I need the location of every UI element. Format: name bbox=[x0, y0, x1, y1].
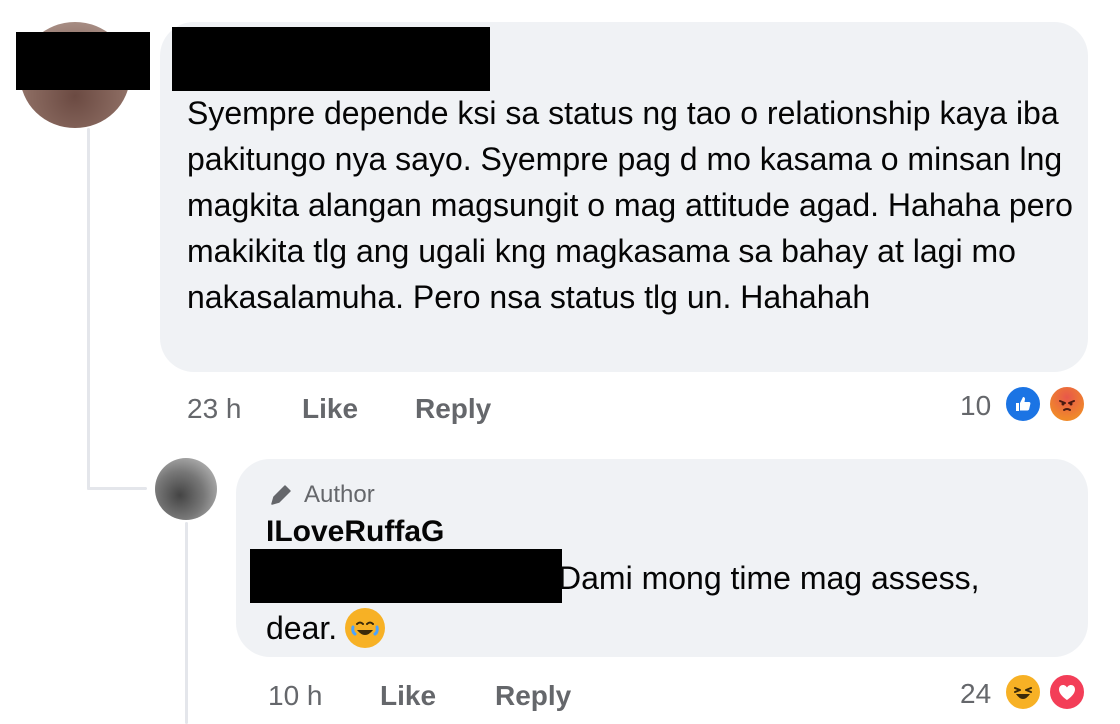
thread-connector-branch bbox=[87, 487, 147, 490]
thread-connector-line bbox=[87, 128, 90, 490]
redaction-bar bbox=[16, 32, 150, 90]
reply-like-button[interactable]: Like bbox=[380, 680, 436, 712]
reply-reaction-count[interactable]: 24 bbox=[960, 678, 991, 710]
comment-timestamp[interactable]: 23 h bbox=[187, 393, 242, 425]
love-icon[interactable] bbox=[1047, 672, 1087, 712]
haha-icon[interactable] bbox=[1003, 672, 1043, 712]
redacted-mention bbox=[250, 549, 562, 603]
reply-button[interactable]: Reply bbox=[415, 393, 491, 425]
reply-reply-button[interactable]: Reply bbox=[495, 680, 571, 712]
reply-connector-line bbox=[185, 522, 188, 724]
like-icon[interactable] bbox=[1003, 384, 1043, 424]
redacted-commenter-name bbox=[172, 27, 490, 91]
reaction-count[interactable]: 10 bbox=[960, 390, 991, 422]
like-button[interactable]: Like bbox=[302, 393, 358, 425]
laugh-cry-icon bbox=[345, 608, 386, 648]
author-avatar[interactable] bbox=[155, 458, 217, 520]
comment-text: Syempre depende ksi sa status ng tao o r… bbox=[187, 95, 1073, 315]
reply-text: Dami mong time mag assess, bbox=[558, 560, 980, 596]
reply-timestamp[interactable]: 10 h bbox=[268, 680, 323, 712]
reply-text-line2: dear. bbox=[266, 609, 338, 646]
author-badge-label: Author bbox=[304, 481, 375, 508]
reply-author-name[interactable]: ILoveRuffaG bbox=[266, 515, 444, 549]
author-badge: Author bbox=[266, 480, 375, 510]
pencil-icon bbox=[266, 480, 296, 510]
angry-icon[interactable] bbox=[1047, 384, 1087, 424]
reply-text-continued: dear. bbox=[266, 608, 386, 648]
